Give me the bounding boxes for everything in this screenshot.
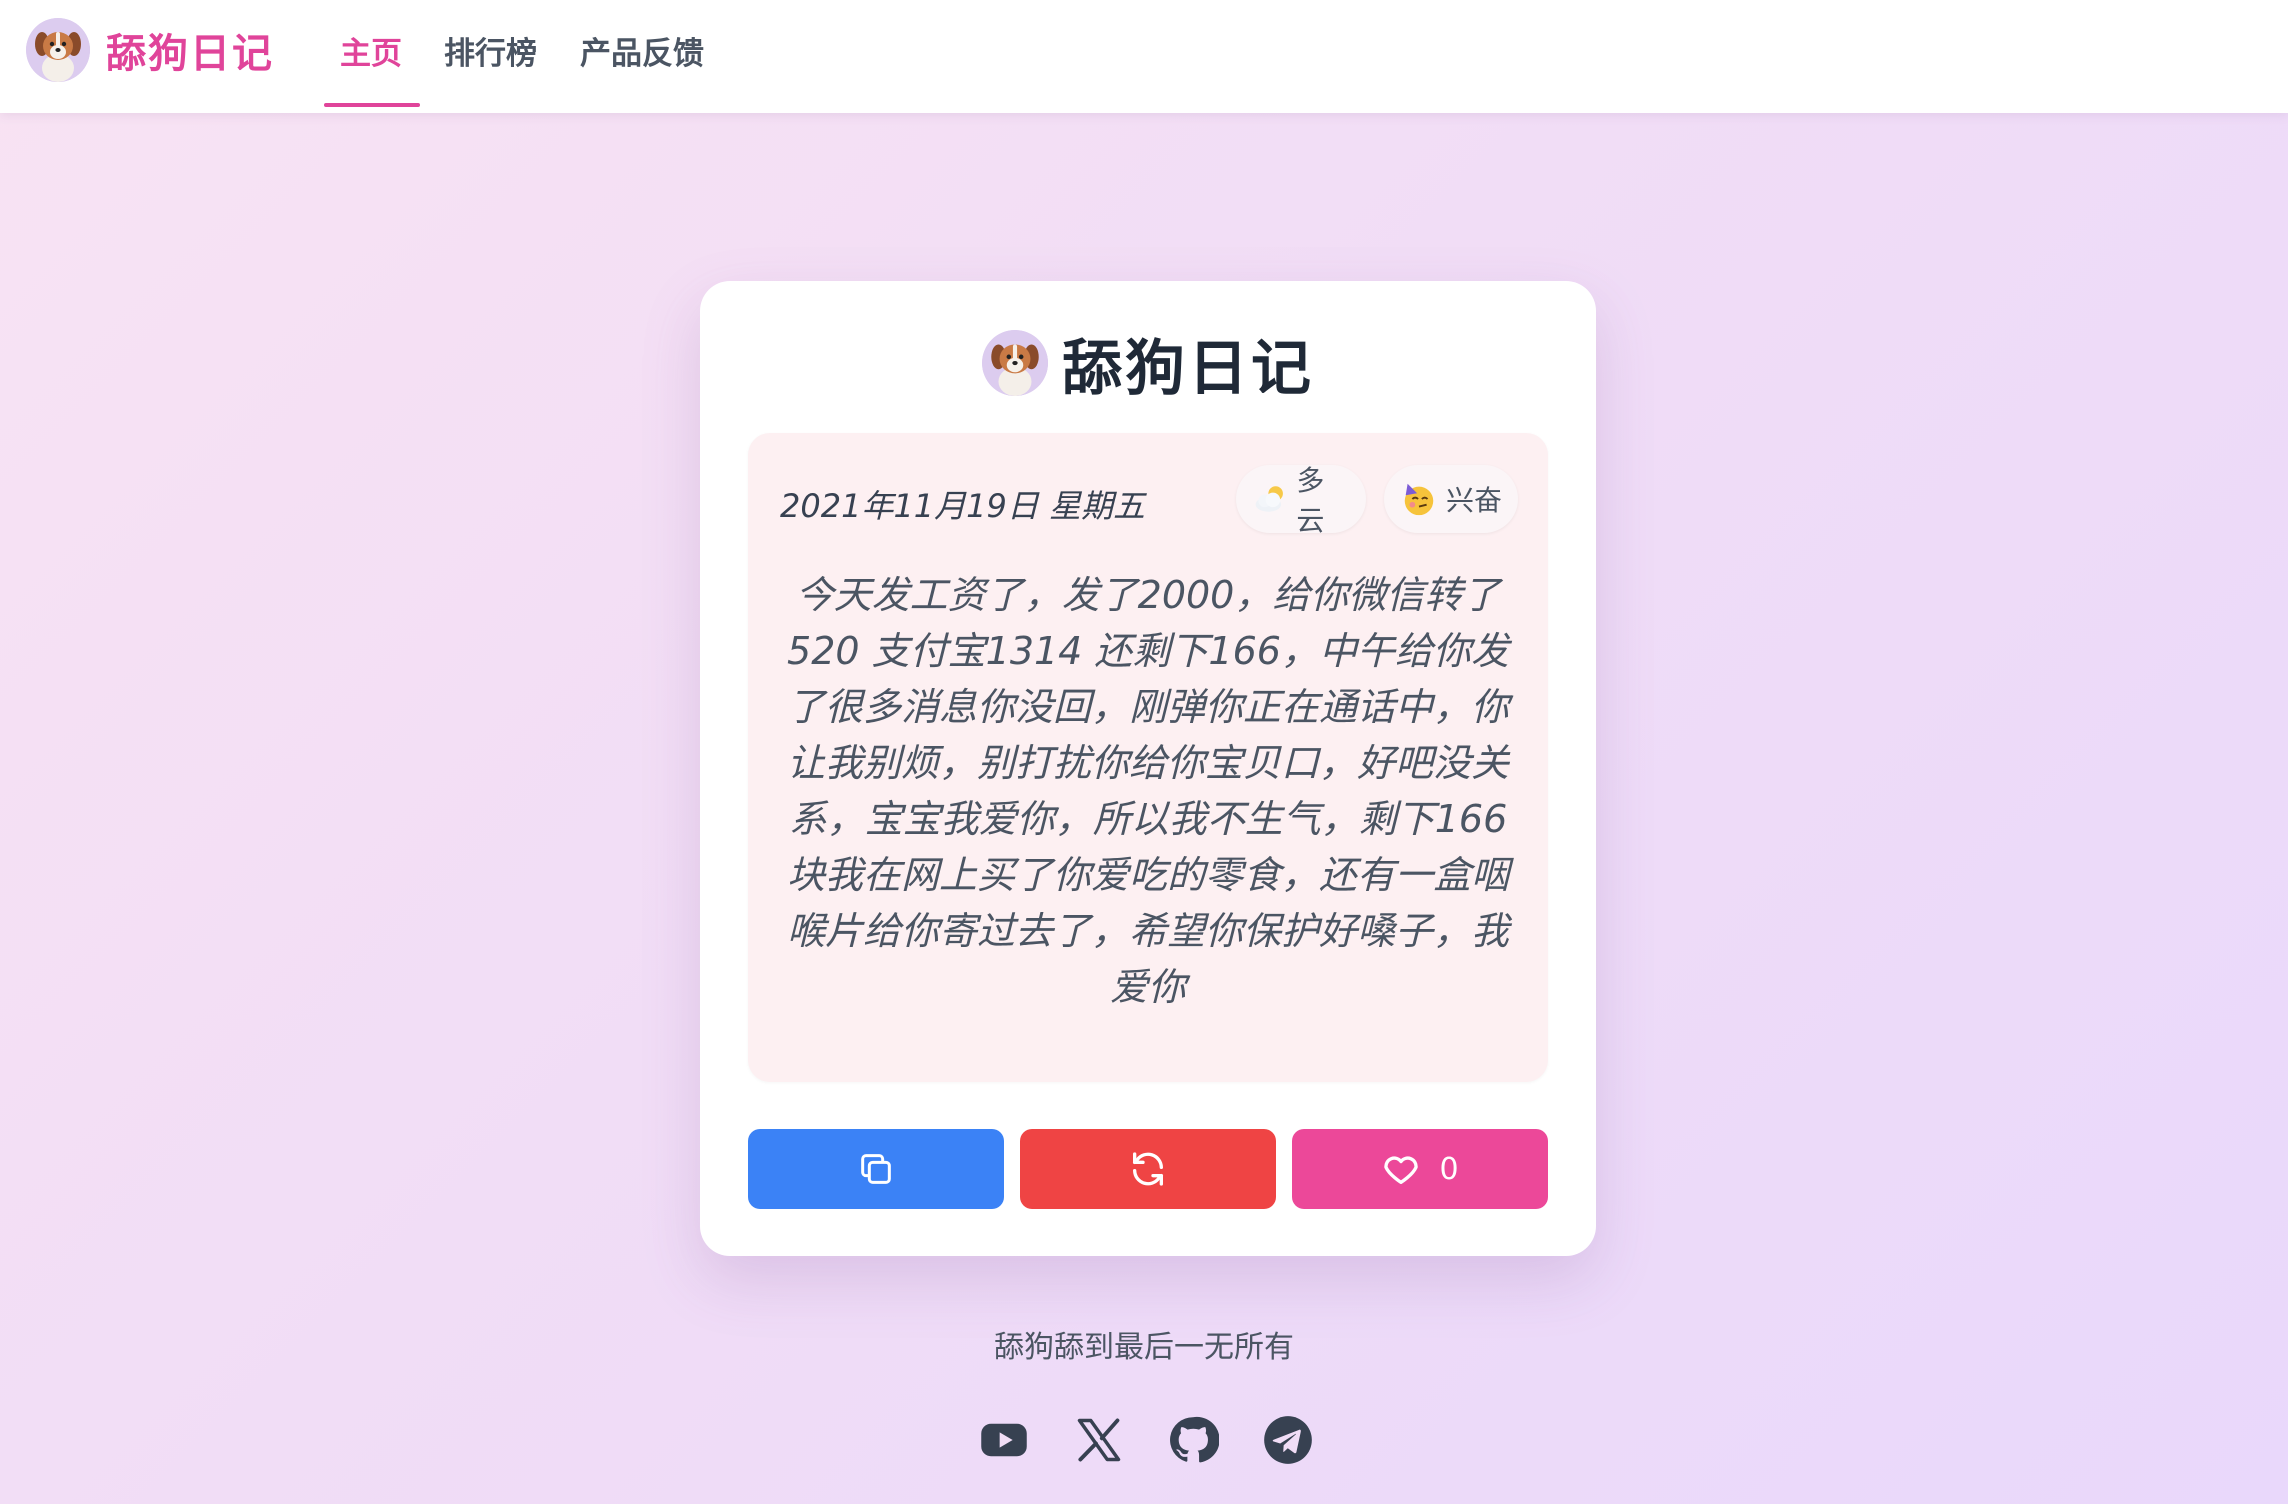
x-icon[interactable] [1071,1412,1127,1468]
diary-date: 2021年11月19日 星期五 [780,487,1146,525]
brand-title: 舔狗日记 [106,31,274,77]
refresh-icon [1133,1152,1163,1186]
mood-label: 兴奋 [1446,484,1503,517]
cloud-sun-icon [1255,486,1283,512]
active-tab-indicator [324,103,420,107]
mood-badge: 兴奋 [1384,465,1518,533]
copy-button[interactable] [748,1129,1004,1209]
brand-link[interactable]: 舔狗日记 [26,16,274,84]
card-title: 舔狗日记 [1062,333,1314,404]
top-navbar: 舔狗日记 主页 排行榜 产品反馈 [0,0,2288,113]
diary-card: 舔狗日记 2021年11月19日 星期五 多云 兴奋 今天发工资了，发了2000… [700,281,1596,1256]
nav-feedback[interactable]: 产品反馈 [580,28,704,73]
weather-badge: 多云 [1236,464,1366,537]
nav-leaderboard[interactable]: 排行榜 [444,28,537,73]
like-count: 0 [1439,1151,1459,1187]
diary-content: 今天发工资了，发了2000，给你微信转了520 支付宝1314 还剩下166，中… [786,573,1509,1009]
party-face-icon [1404,483,1434,516]
nav-home[interactable]: 主页 [340,28,402,73]
like-button[interactable]: 0 [1292,1129,1548,1209]
heart-icon [1384,1156,1419,1184]
telegram-icon[interactable] [1260,1412,1316,1468]
diary-entry: 2021年11月19日 星期五 多云 兴奋 今天发工资了，发了2000，给你微信… [748,433,1548,1082]
youtube-icon[interactable] [976,1412,1032,1468]
weather-label: 多云 [1296,464,1325,537]
social-links [976,1412,1316,1468]
refresh-button[interactable] [1020,1129,1276,1209]
footer-slogan: 舔狗舔到最后一无所有 [994,1330,1294,1365]
dog-logo-icon [26,18,90,82]
dog-logo-icon [982,330,1048,396]
card-header: 舔狗日记 [700,321,1596,405]
copy-icon [861,1154,891,1184]
github-icon[interactable] [1165,1412,1221,1468]
